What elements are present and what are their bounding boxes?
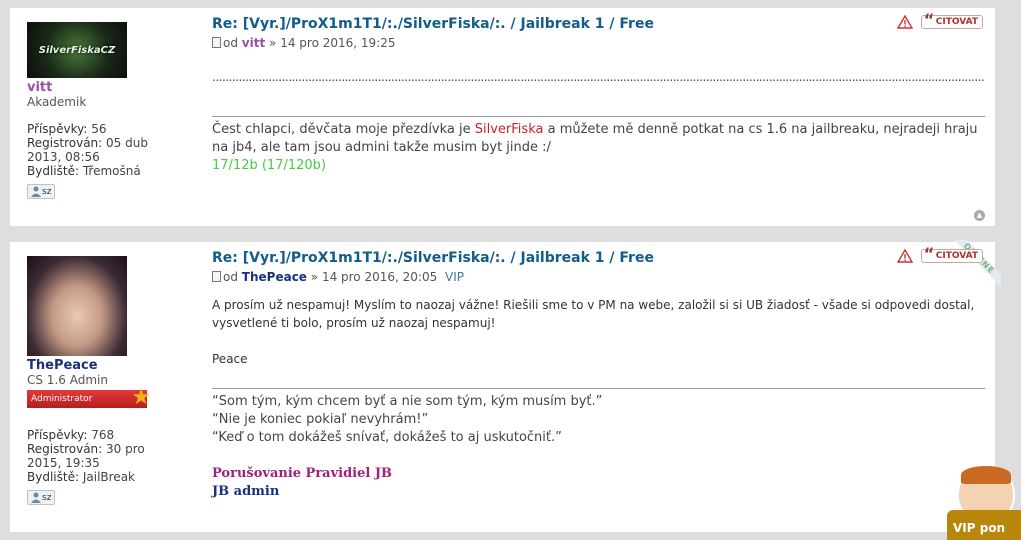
stat-label: Bydliště:	[27, 470, 80, 484]
stat-label: Registrován:	[27, 442, 103, 456]
sig-text: Čest chlapci, děvčata moje přezdívka je	[212, 122, 475, 137]
meta-prefix: od	[223, 270, 238, 284]
post-date: » 14 pro 2016, 19:25	[269, 36, 396, 50]
pm-button[interactable]: sz	[27, 184, 56, 199]
post-1: SilverFiskaCZ vitt Akademik Příspěvky: 5…	[10, 8, 995, 226]
post-actions: “CITOVAT	[896, 244, 983, 263]
quote-button[interactable]: “CITOVAT	[920, 244, 983, 263]
post-body: Re: [Vyr.]/ProX1m1T1/:./SilverFiska/:. /…	[212, 250, 985, 501]
meta-prefix: od	[223, 36, 238, 50]
post-date: » 14 pro 2016, 20:05	[310, 270, 438, 284]
stat-value: Třemošná	[82, 164, 141, 178]
post-actions: “CITOVAT	[896, 10, 983, 29]
report-icon[interactable]	[896, 15, 913, 29]
stat-label: Bydliště:	[27, 164, 80, 178]
author-stats: Příspěvky: 768 Registrován: 30 pro 2015,…	[27, 428, 177, 484]
avatar[interactable]: SilverFiskaCZ	[27, 22, 127, 78]
sig-quote: “Keď o tom dokážeš snívať, dokážeš to aj…	[212, 430, 562, 445]
post-meta: od ThePeace » 14 pro 2016, 20:05 VIP	[212, 270, 985, 284]
star-icon: ★	[131, 385, 151, 410]
post-text: ........................................…	[212, 70, 985, 84]
sig-stat: 17/12b (17/120b)	[212, 158, 326, 173]
quote-label: CITOVAT	[935, 251, 978, 261]
sig-role: Porušovanie Pravidiel JB	[212, 466, 392, 481]
quote-button[interactable]: “CITOVAT	[920, 10, 983, 29]
signature: Čest chlapci, děvčata moje přezdívka je …	[212, 116, 985, 175]
stat-value: 56	[91, 122, 107, 136]
post-2: ONLINE ThePeace CS 1.6 Admin Administrat…	[10, 240, 1001, 532]
post-icon	[212, 37, 221, 48]
back-to-top-icon[interactable]: ▲	[974, 210, 985, 221]
post-profile: ThePeace CS 1.6 Admin Administrator ★ Př…	[27, 256, 177, 506]
vip-tag: VIP	[445, 270, 465, 284]
pm-label: sz	[42, 186, 52, 197]
report-icon[interactable]	[896, 249, 913, 263]
user-icon	[31, 492, 41, 503]
stat-label: Příspěvky:	[27, 122, 88, 136]
author-rank: CS 1.6 Admin	[27, 373, 108, 387]
post-content: A prosím už nespamuj! Myslím to naozaj v…	[212, 296, 985, 368]
admin-badge: Administrator ★	[27, 386, 151, 410]
sig-quote: “Som tým, kým chcem byť a nie som tým, k…	[212, 394, 603, 409]
author-name[interactable]: ThePeace	[27, 358, 177, 373]
post-meta: od vitt » 14 pro 2016, 19:25	[212, 36, 985, 50]
vip-support-widget[interactable]: VIP pon	[947, 466, 1021, 540]
post-title[interactable]: Re: [Vyr.]/ProX1m1T1/:./SilverFiska/:. /…	[212, 16, 985, 32]
badge-label: Administrator	[31, 394, 93, 404]
widget-label: VIP pon	[947, 510, 1021, 540]
stat-value: JailBreak	[82, 470, 135, 484]
quote-label: CITOVAT	[935, 17, 978, 27]
stat-label: Registrován:	[27, 136, 103, 150]
post-title[interactable]: Re: [Vyr.]/ProX1m1T1/:./SilverFiska/:. /…	[212, 250, 985, 266]
author-stats: Příspěvky: 56 Registrován: 05 dub 2013, …	[27, 122, 177, 178]
post-icon	[212, 271, 221, 282]
author-name[interactable]: vitt	[27, 80, 177, 95]
avatar-text: SilverFiskaCZ	[38, 44, 116, 56]
post-content: ........................................…	[212, 70, 985, 98]
meta-author[interactable]: ThePeace	[242, 270, 307, 284]
post-body: Re: [Vyr.]/ProX1m1T1/:./SilverFiska/:. /…	[212, 16, 985, 175]
author-rank: Akademik	[27, 95, 87, 109]
avatar[interactable]	[27, 256, 127, 356]
meta-author[interactable]: vitt	[242, 36, 265, 50]
post-text: A prosím už nespamuj! Myslím to naozaj v…	[212, 298, 975, 330]
pm-label: sz	[42, 492, 52, 503]
post-text: Peace	[212, 352, 248, 366]
quote-icon: “	[923, 10, 935, 29]
sig-role: JB admin	[212, 484, 280, 499]
post-profile: SilverFiskaCZ vitt Akademik Příspěvky: 5…	[27, 22, 177, 200]
signature: “Som tým, kým chcem byť a nie som tým, k…	[212, 388, 985, 501]
sig-name: SilverFiska	[474, 122, 544, 137]
user-icon	[31, 186, 41, 197]
pm-button[interactable]: sz	[27, 490, 56, 505]
stat-label: Příspěvky:	[27, 428, 88, 442]
quote-icon: “	[923, 244, 935, 263]
sig-quote: “Nie je koniec pokiaľ nevyhrám!”	[212, 412, 429, 427]
stat-value: 768	[91, 428, 115, 442]
